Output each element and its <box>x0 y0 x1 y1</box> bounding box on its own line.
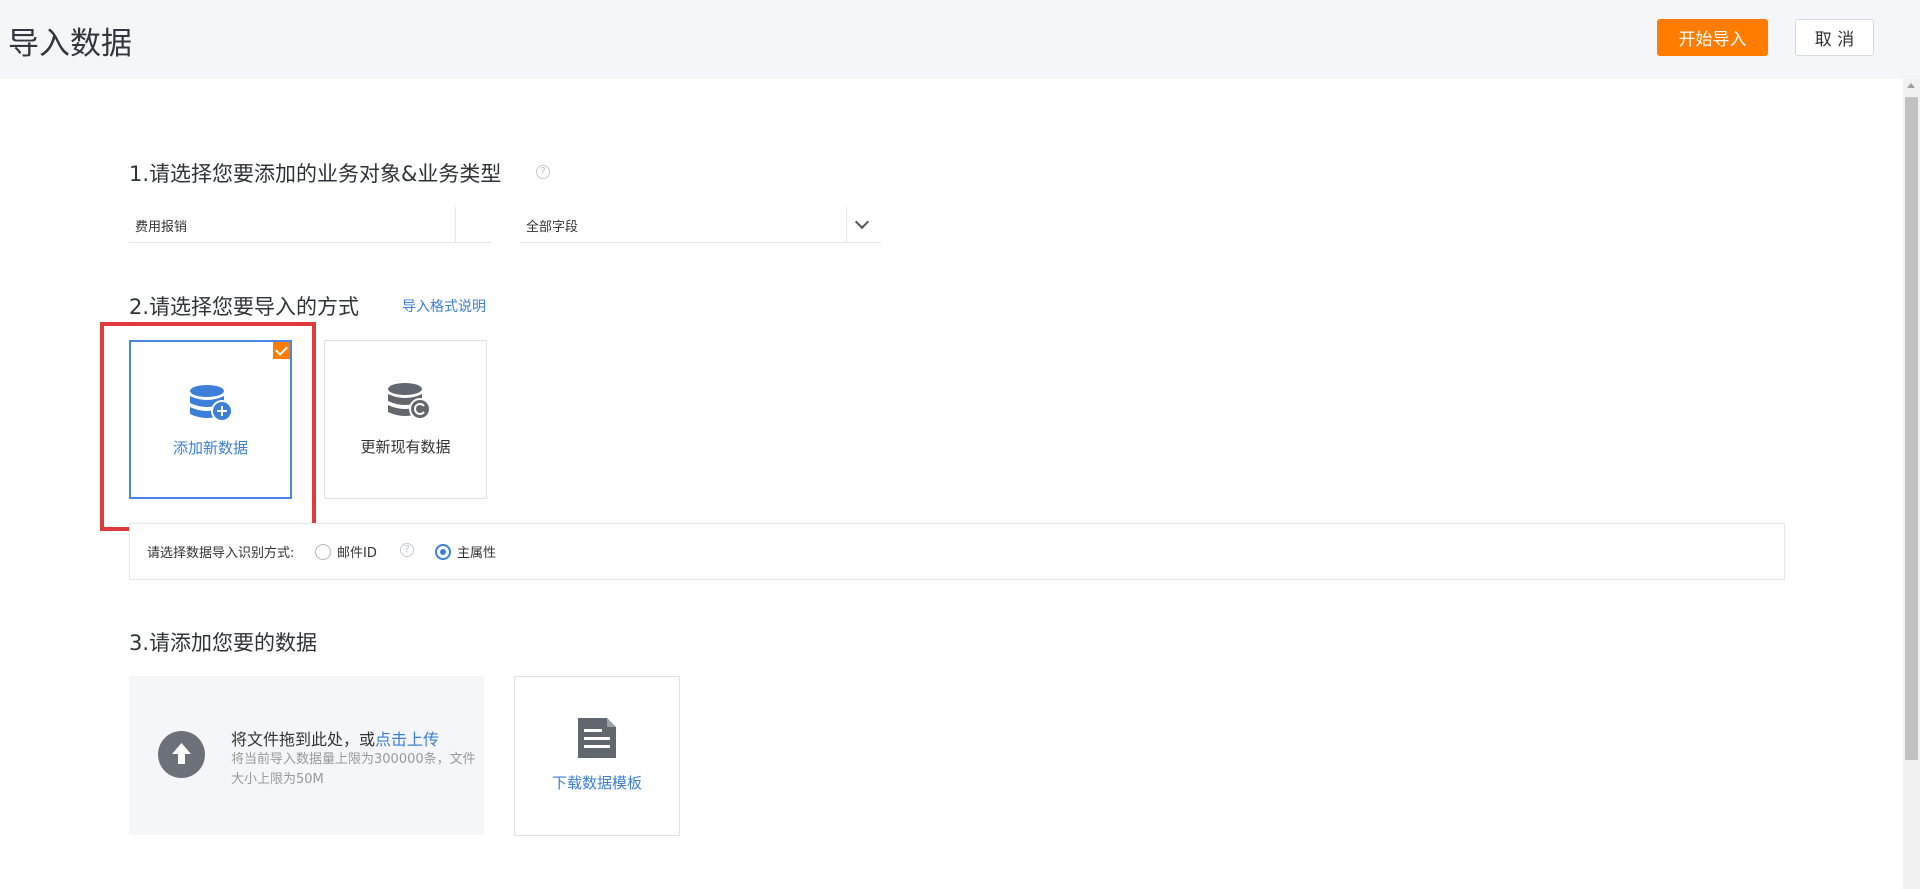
radio-email-id[interactable] <box>315 544 331 560</box>
cancel-button[interactable]: 取 消 <box>1795 19 1874 56</box>
radio-main-attribute[interactable] <box>435 544 451 560</box>
radio-email-id-label[interactable]: 邮件ID <box>337 542 377 561</box>
download-template-card[interactable]: 下载数据模板 <box>514 676 680 836</box>
database-refresh-icon <box>388 383 431 420</box>
scrollbar-thumb[interactable] <box>1905 97 1918 760</box>
method-card-update-existing[interactable]: 更新现有数据 <box>324 340 487 499</box>
format-help-link[interactable]: 导入格式说明 <box>402 296 486 316</box>
identify-method-label: 请选择数据导入识别方式: <box>147 546 295 561</box>
identify-method-bar: 请选择数据导入识别方式: 邮件ID ? 主属性 <box>129 523 1785 580</box>
chevron-down-icon[interactable] <box>854 214 870 230</box>
scroll-up-arrow-icon[interactable] <box>1907 83 1915 88</box>
upload-click-link[interactable]: 点击上传 <box>375 730 439 749</box>
method-card-add-new[interactable]: 添加新数据 <box>129 340 292 499</box>
upload-hint: 将当前导入数据量上限为300000条，文件大小上限为50M <box>231 752 476 787</box>
download-template-label: 下载数据模板 <box>551 774 642 792</box>
page-header: 导入数据 开始导入 取 消 <box>0 0 1920 79</box>
check-icon <box>273 342 290 359</box>
upload-icon <box>158 731 205 778</box>
help-icon[interactable]: ? <box>400 543 414 557</box>
object-select-value: 费用报销 <box>135 220 188 235</box>
page-title: 导入数据 <box>8 26 132 62</box>
vertical-scrollbar[interactable] <box>1903 79 1920 889</box>
help-icon[interactable]: ? <box>536 165 550 179</box>
step2-title: 2.请选择您要导入的方式 <box>129 295 360 319</box>
object-select[interactable]: 费用报销 <box>129 207 609 243</box>
step3-title: 3.请添加您要的数据 <box>129 631 318 655</box>
document-icon <box>578 718 616 758</box>
upload-drag-text: 将文件拖到此处，或 <box>231 730 376 749</box>
type-select-value: 全部字段 <box>526 220 579 235</box>
method-label: 更新现有数据 <box>360 438 451 456</box>
radio-main-attribute-label[interactable]: 主属性 <box>457 542 496 561</box>
type-select[interactable]: 全部字段 <box>520 207 881 243</box>
start-import-button[interactable]: 开始导入 <box>1657 19 1768 56</box>
method-label: 添加新数据 <box>172 439 248 457</box>
database-add-icon <box>190 385 233 422</box>
upload-dropzone[interactable]: 将文件拖到此处，或点击上传 将当前导入数据量上限为300000条，文件大小上限为… <box>129 676 484 835</box>
step1-title: 1.请选择您要添加的业务对象&业务类型 <box>129 162 502 186</box>
